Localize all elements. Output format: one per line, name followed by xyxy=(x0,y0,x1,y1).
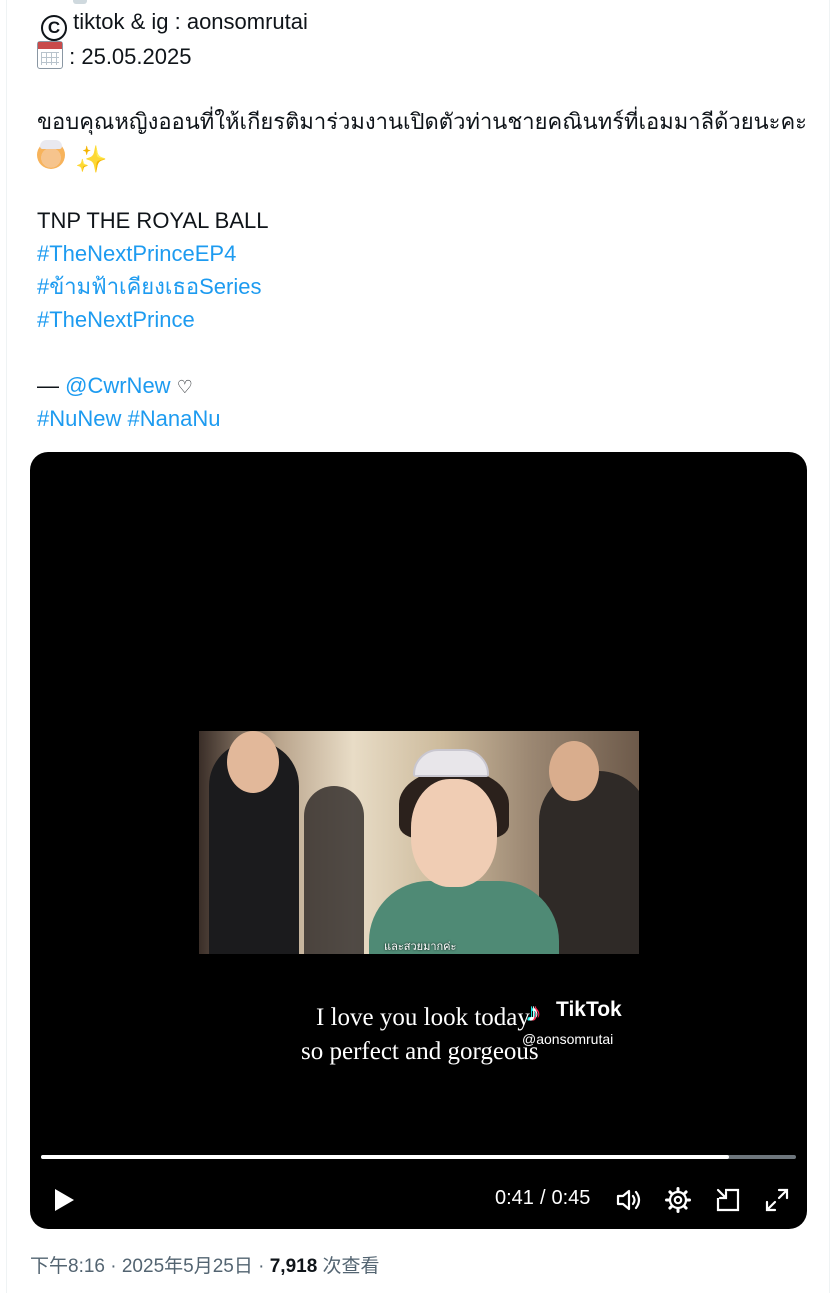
time-display: 0:41/0:45 xyxy=(495,1187,590,1210)
face xyxy=(411,779,497,887)
sparkles-icon: ✨ xyxy=(75,144,108,174)
source-text: tiktok & ig : aonsomrutai xyxy=(73,9,308,34)
volume-button[interactable] xyxy=(614,1185,644,1215)
expand-icon xyxy=(765,1188,789,1212)
duration: 0:45 xyxy=(551,1187,591,1209)
timestamp[interactable]: 下午8:16 · 2025年5月25日 · xyxy=(30,1256,270,1277)
avatar-edge xyxy=(73,0,87,4)
mention-link[interactable]: @CwrNew xyxy=(65,373,170,398)
view-count: 7,918 xyxy=(269,1256,318,1277)
volume-icon xyxy=(616,1189,641,1211)
hashtag-link[interactable]: #NanaNu xyxy=(128,406,221,431)
copyright-icon: C xyxy=(41,15,67,41)
date-line: : 25.05.2025 xyxy=(37,41,191,71)
figure-back xyxy=(304,786,364,954)
views-label: 次查看 xyxy=(317,1256,380,1277)
credit-line: — @CwrNew ♡ xyxy=(37,372,193,401)
hashtag-link[interactable]: #ข้ามฟ้าเคียงเธอSeries xyxy=(37,273,261,301)
hashtag-line-2: #NuNew #NanaNu xyxy=(37,405,220,433)
progress-bar[interactable] xyxy=(41,1155,796,1159)
tiktok-watermark: TikTok xyxy=(556,998,622,1021)
fullscreen-button[interactable] xyxy=(762,1185,792,1215)
hashtag-link[interactable]: #TheNextPrince xyxy=(37,306,195,334)
tiktok-logo-icon: ♪ xyxy=(527,997,540,1027)
play-icon xyxy=(55,1189,74,1211)
video-player[interactable]: และสวยมากค่ะ I love you look today so pe… xyxy=(30,452,807,1229)
bride-icon xyxy=(37,140,65,169)
progress-fill xyxy=(41,1155,729,1159)
hashtag-link[interactable]: #NuNew xyxy=(37,406,121,431)
gear-icon xyxy=(665,1187,691,1213)
emoji-line: ✨ xyxy=(37,140,108,174)
current-time: 0:41 xyxy=(495,1187,534,1209)
event-title: TNP THE ROYAL BALL xyxy=(37,208,269,233)
source-line: C tiktok & ig : aonsomrutai xyxy=(37,8,308,41)
pip-button[interactable] xyxy=(713,1185,743,1215)
figure-right-head xyxy=(549,741,599,801)
calendar-icon xyxy=(37,41,63,69)
credit-dash: — xyxy=(37,373,59,398)
picture-in-picture-icon xyxy=(716,1188,740,1212)
thanks-text: ขอบคุณหญิงออนที่ให้เกียรติมาร่วมงานเปิดต… xyxy=(37,109,807,134)
date-text: : 25.05.2025 xyxy=(69,44,192,69)
tiktok-handle: @aonsomrutai xyxy=(522,1031,614,1047)
video-frame[interactable]: และสวยมากค่ะ xyxy=(199,731,639,954)
heart-symbol: ♡ xyxy=(176,377,193,397)
figure-left-head xyxy=(227,731,279,793)
hashtag-link[interactable]: #TheNextPrinceEP4 xyxy=(37,240,236,268)
time-separator: / xyxy=(539,1187,546,1209)
video-caption-line-2: so perfect and gorgeous xyxy=(301,1038,539,1065)
video-subtitle: และสวยมากค่ะ xyxy=(384,941,457,953)
video-caption-line-1: I love you look today xyxy=(316,1004,530,1031)
tweet-meta: 下午8:16 · 2025年5月25日 · 7,918 次查看 xyxy=(30,1254,380,1280)
settings-button[interactable] xyxy=(663,1185,693,1215)
play-button[interactable] xyxy=(48,1185,78,1215)
tiara xyxy=(413,749,489,777)
